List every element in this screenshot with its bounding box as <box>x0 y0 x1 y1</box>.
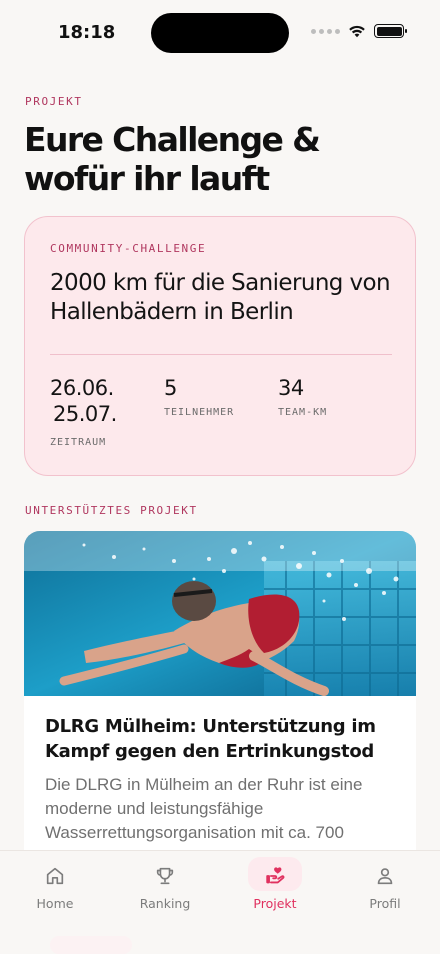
stat-period-value: 26.06. 25.07. <box>50 375 130 427</box>
stat-period: 26.06. 25.07. ZEITRAUM <box>50 375 130 448</box>
tab-projekt-label: Projekt <box>253 896 297 911</box>
tab-projekt[interactable]: Projekt <box>230 857 320 913</box>
home-icon <box>46 867 64 885</box>
cellular-signal-icon <box>311 28 340 34</box>
project-eyebrow: UNTERSTÜTZTES PROJEKT <box>25 504 198 517</box>
challenge-card[interactable]: COMMUNITY-CHALLENGE 2000 km für die Sani… <box>24 216 416 476</box>
page-title: Eure Challenge & wofür ihr lauft <box>24 120 321 198</box>
project-description: Die DLRG in Mülheim an der Ruhr ist eine… <box>45 775 363 842</box>
home-indicator-shadow <box>50 936 132 954</box>
tab-home-label: Home <box>36 896 74 911</box>
tab-profil[interactable]: Profil <box>340 861 430 913</box>
tab-ranking-label: Ranking <box>139 896 191 911</box>
tab-profil-label: Profil <box>369 896 401 911</box>
stat-team-km: 34 TEAM-KM <box>278 375 327 418</box>
wifi-icon <box>349 25 365 38</box>
page-eyebrow: PROJEKT <box>25 95 83 108</box>
challenge-divider <box>50 354 392 355</box>
person-icon <box>377 868 393 885</box>
challenge-label: COMMUNITY-CHALLENGE <box>50 242 207 255</box>
stat-members: 5 TEILNEHMER <box>164 375 234 418</box>
dynamic-island <box>151 13 289 53</box>
status-time: 18:18 <box>58 22 116 43</box>
project-image-swimmer <box>24 531 416 696</box>
stat-period-label: ZEITRAUM <box>50 437 107 448</box>
stat-team-km-label: TEAM-KM <box>278 407 328 418</box>
battery-icon <box>374 24 407 38</box>
trophy-icon <box>156 867 174 885</box>
stat-team-km-value: 34 <box>278 376 304 400</box>
stat-members-value: 5 <box>164 376 177 400</box>
period-end: 25.07. <box>53 402 117 426</box>
project-title: DLRG Mülheim: Unterstützung im Kampf geg… <box>45 716 376 762</box>
tab-home[interactable]: Home <box>10 861 100 913</box>
tab-ranking[interactable]: Ranking <box>120 861 210 913</box>
period-start: 26.06. <box>50 376 114 400</box>
challenge-title: 2000 km für die Sanierung von Hallenbäde… <box>50 270 391 325</box>
stat-members-label: TEILNEHMER <box>164 407 235 418</box>
project-card[interactable]: DLRG Mülheim: Unterstützung im Kampf geg… <box>24 531 416 871</box>
hand-heart-icon <box>266 867 285 884</box>
status-bar: 18:18 <box>0 0 440 66</box>
status-icons <box>311 24 407 38</box>
